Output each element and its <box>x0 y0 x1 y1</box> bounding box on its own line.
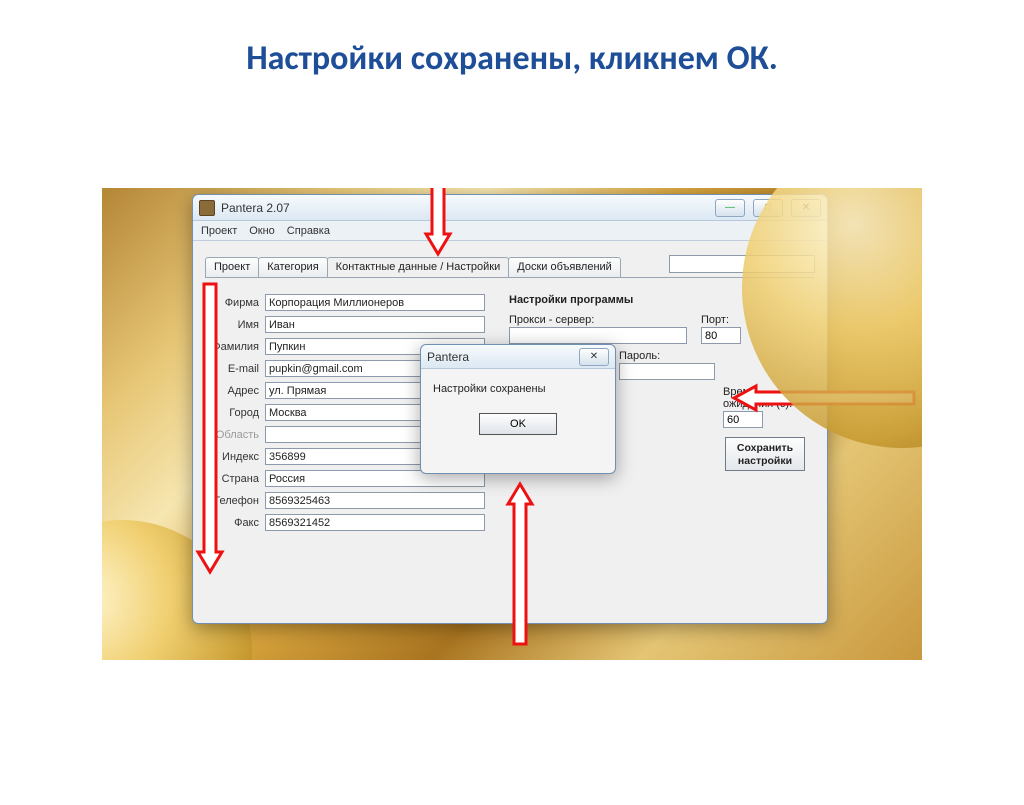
close-button[interactable]: ✕ <box>791 199 821 217</box>
minimize-button[interactable]: — <box>715 199 745 217</box>
menubar: Проект Окно Справка <box>193 221 827 241</box>
tab-contact-settings[interactable]: Контактные данные / Настройки <box>327 257 510 277</box>
label-city: Город <box>205 407 265 419</box>
input-password[interactable] <box>619 363 715 380</box>
label-proxy: Прокси - сервер: <box>509 314 687 326</box>
main-titlebar[interactable]: Pantera 2.07 — □ ✕ <box>193 195 827 221</box>
dialog-message: Настройки сохранены <box>433 383 603 395</box>
label-index: Индекс <box>205 451 265 463</box>
input-fax[interactable] <box>265 514 485 531</box>
menu-project[interactable]: Проект <box>201 225 237 237</box>
dialog-title: Pantera <box>427 350 571 364</box>
label-name: Имя <box>205 319 265 331</box>
label-phone: Телефон <box>205 495 265 507</box>
tab-category[interactable]: Категория <box>258 257 327 277</box>
label-address: Адрес <box>205 385 265 397</box>
label-timeout: Время ожидания (c): <box>723 386 795 410</box>
maximize-button[interactable]: □ <box>753 199 783 217</box>
menu-window[interactable]: Окно <box>249 225 275 237</box>
settings-title: Настройки программы <box>509 294 815 306</box>
tab-boards[interactable]: Доски объявлений <box>508 257 621 277</box>
tab-project[interactable]: Проект <box>205 257 259 277</box>
input-firm[interactable] <box>265 294 485 311</box>
label-country: Страна <box>205 473 265 485</box>
input-proxy[interactable] <box>509 327 687 344</box>
label-email: E-mail <box>205 363 265 375</box>
label-region: Область <box>205 429 265 441</box>
main-window-title: Pantera 2.07 <box>221 201 707 215</box>
label-password: Пароль: <box>619 350 715 362</box>
input-phone[interactable] <box>265 492 485 509</box>
dialog-titlebar[interactable]: Pantera ✕ <box>421 345 615 369</box>
save-settings-button[interactable]: Сохранить настройки <box>725 437 805 471</box>
app-icon <box>199 200 215 216</box>
label-port: Порт: <box>701 314 741 326</box>
input-name[interactable] <box>265 316 485 333</box>
label-surname: Фамилия <box>205 341 265 353</box>
label-fax: Факс <box>205 517 265 529</box>
dialog-window: Pantera ✕ Настройки сохранены OK <box>420 344 616 474</box>
dialog-ok-button[interactable]: OK <box>479 413 557 435</box>
label-firm: Фирма <box>205 297 265 309</box>
slide-title: Настройки сохранены, кликнем ОК. <box>0 38 1024 79</box>
input-port[interactable] <box>701 327 741 344</box>
screenshot-stage: Pantera 2.07 — □ ✕ Проект Окно Справка П… <box>102 188 922 660</box>
menu-help[interactable]: Справка <box>287 225 330 237</box>
search-input[interactable] <box>669 255 815 273</box>
input-timeout[interactable] <box>723 411 763 428</box>
dialog-close-button[interactable]: ✕ <box>579 348 609 366</box>
